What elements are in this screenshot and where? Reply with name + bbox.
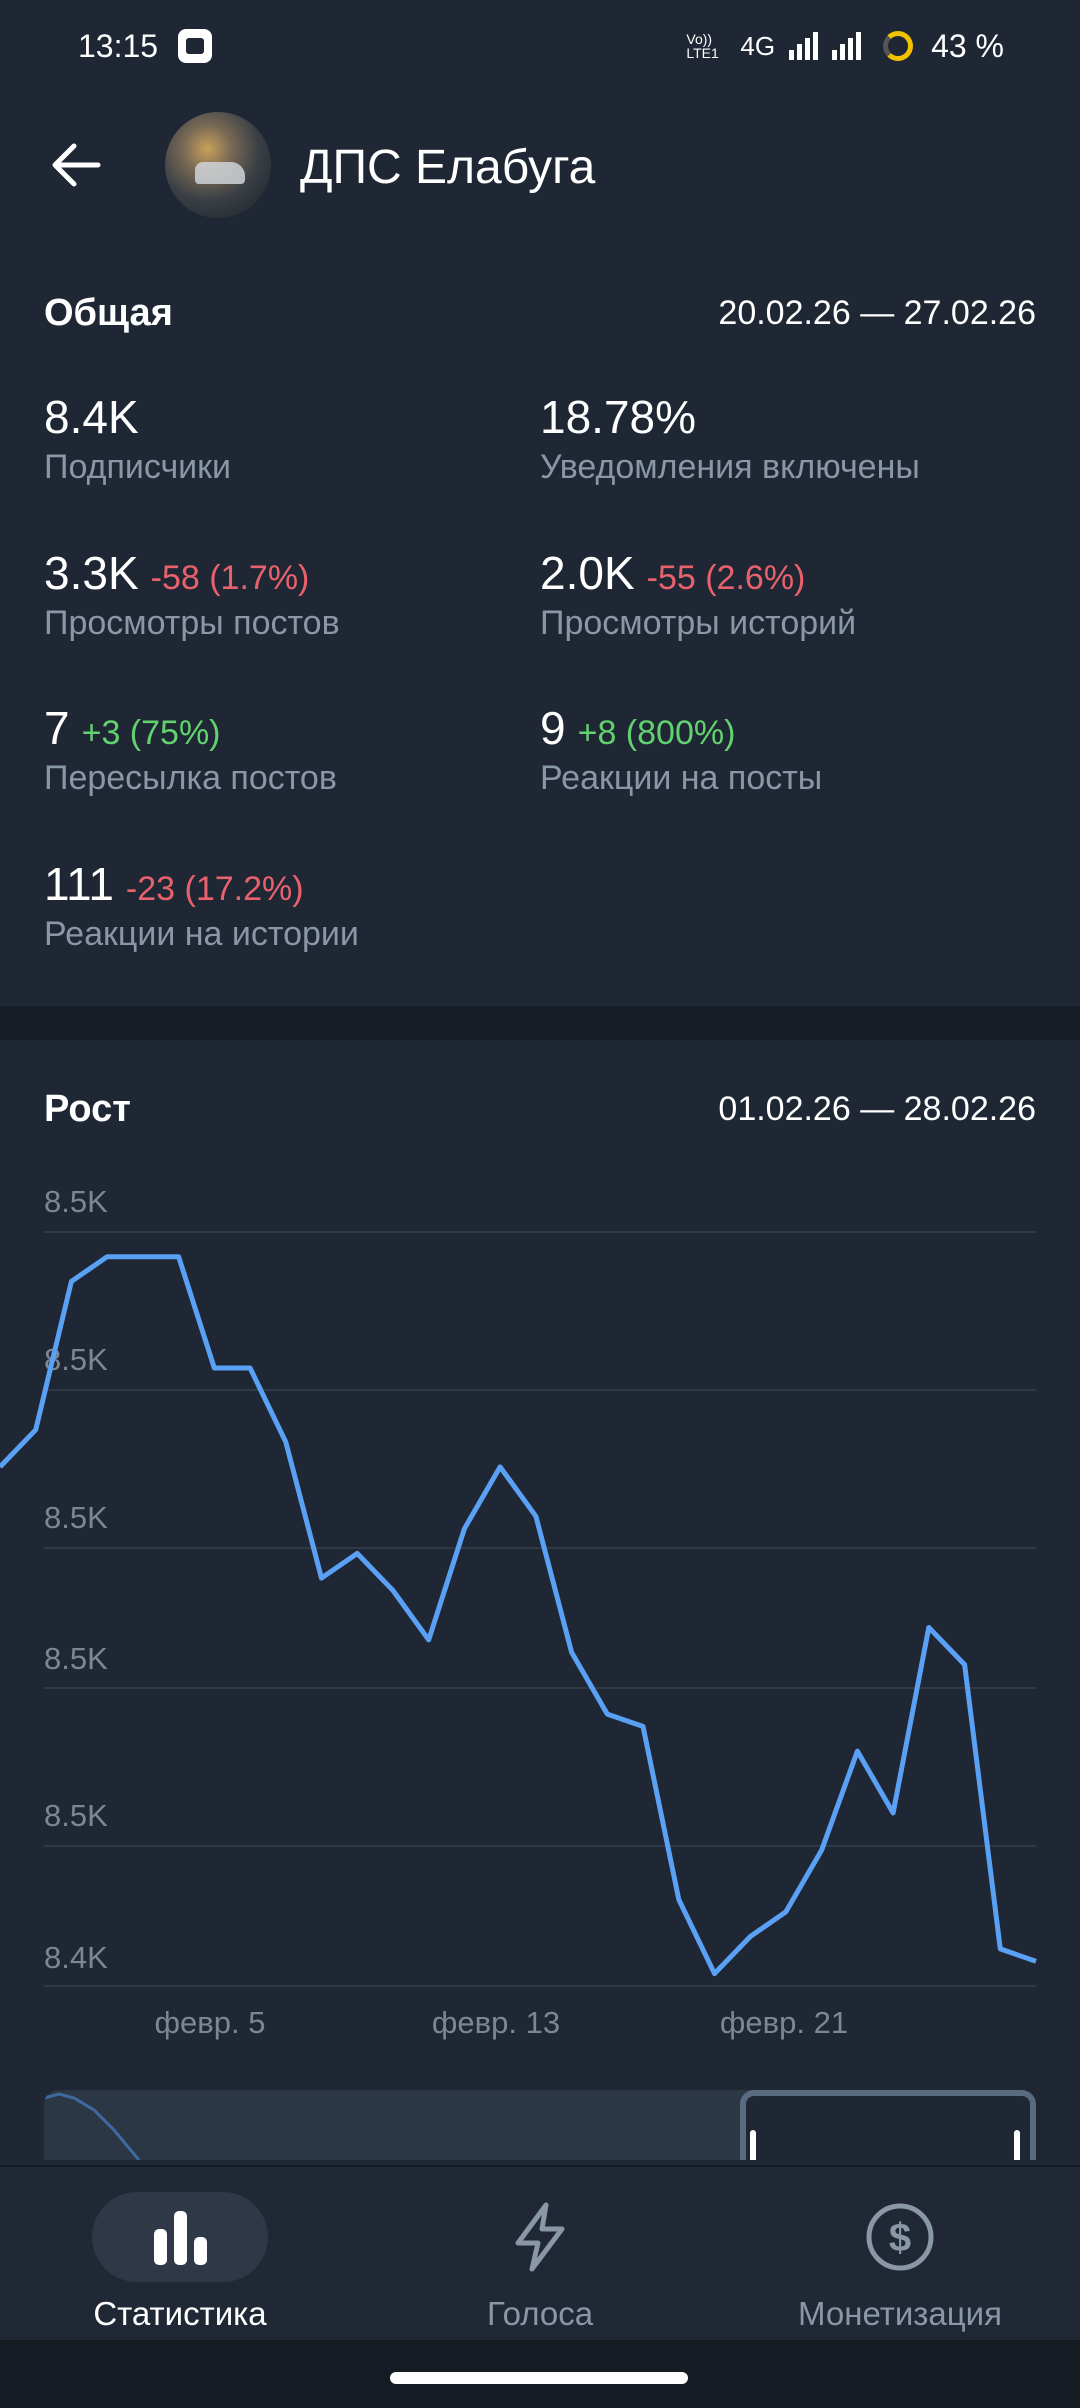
stat-story-views: 2.0K -55 (2.6%) Просмотры историй bbox=[540, 546, 1030, 643]
x-tick-label: февр. 5 bbox=[154, 2005, 266, 2040]
tab-label: Статистика bbox=[93, 2295, 267, 2332]
stat-subscribers: 8.4K Подписчики bbox=[44, 390, 534, 487]
stat-notifications: 18.78% Уведомления включены bbox=[540, 390, 1030, 487]
series-line bbox=[0, 1254, 1037, 1977]
channel-avatar[interactable] bbox=[165, 112, 271, 218]
stat-label: Пересылка постов bbox=[44, 759, 337, 797]
stat-delta: +8 (800%) bbox=[577, 714, 736, 752]
stat-value: 7 bbox=[44, 702, 70, 754]
stat-post-reactions: 9 +8 (800%) Реакции на посты bbox=[540, 701, 1030, 798]
section-divider bbox=[0, 1006, 1080, 1040]
stat-delta: -23 (17.2%) bbox=[125, 870, 304, 908]
y-tick-label: 8.5K bbox=[44, 1500, 108, 1535]
stat-delta: +3 (75%) bbox=[81, 714, 221, 752]
navigator-preview-line bbox=[44, 2092, 141, 2160]
stat-delta: -55 (2.6%) bbox=[646, 559, 806, 597]
stat-post-shares: 7 +3 (75%) Пересылка постов bbox=[44, 701, 534, 798]
app-header: ДПС Елабуга bbox=[0, 110, 1080, 220]
svg-text:$: $ bbox=[889, 2216, 911, 2260]
signal-icon bbox=[789, 32, 819, 60]
stat-value: 3.3K bbox=[44, 547, 139, 599]
gesture-bar[interactable] bbox=[390, 2372, 688, 2384]
tab-statistics[interactable]: Статистика bbox=[10, 2167, 350, 2342]
volte-icon: Vo)) LTE1 bbox=[686, 31, 719, 61]
stat-post-views: 3.3K -58 (1.7%) Просмотры постов bbox=[44, 546, 534, 643]
navigator-left-handle[interactable] bbox=[750, 2130, 756, 2160]
stat-value: 9 bbox=[540, 702, 566, 754]
stat-label: Просмотры постов bbox=[44, 604, 340, 642]
stat-story-reactions: 111 -23 (17.2%) Реакции на истории bbox=[44, 857, 534, 954]
dollar-icon: $ bbox=[866, 2203, 934, 2271]
bar-chart-icon bbox=[154, 2211, 207, 2265]
stat-value: 111 bbox=[44, 858, 114, 910]
y-tick-label: 8.5K bbox=[44, 1798, 108, 1833]
y-tick-label: 8.4K bbox=[44, 1940, 108, 1975]
overview-title: Общая bbox=[44, 292, 173, 334]
stat-label: Уведомления включены bbox=[540, 448, 920, 486]
chart-range-navigator[interactable] bbox=[44, 2090, 1036, 2160]
x-tick-label: февр. 21 bbox=[719, 2005, 849, 2040]
status-bar: 13:15 Vo)) LTE1 4G 43 % bbox=[0, 0, 1080, 92]
stat-delta: -58 (1.7%) bbox=[150, 559, 310, 597]
growth-title: Рост bbox=[44, 1088, 131, 1130]
x-tick-label: февр. 13 bbox=[431, 2005, 561, 2040]
gallery-notification-icon bbox=[178, 29, 213, 63]
battery-icon bbox=[883, 31, 914, 61]
stat-label: Подписчики bbox=[44, 448, 232, 486]
overview-date-range: 20.02.26 — 27.02.26 bbox=[718, 294, 1036, 332]
lightning-icon bbox=[515, 2202, 565, 2272]
tab-label: Голоса bbox=[486, 2295, 594, 2332]
signal-2-icon bbox=[832, 32, 862, 60]
y-tick-label: 8.5K bbox=[44, 1184, 108, 1219]
tab-monetization[interactable]: $ Монетизация bbox=[730, 2167, 1070, 2342]
tab-votes[interactable]: Голоса bbox=[370, 2167, 710, 2342]
stat-label: Реакции на посты bbox=[540, 759, 823, 797]
navigator-right-handle[interactable] bbox=[1014, 2130, 1020, 2160]
tab-label: Монетизация bbox=[798, 2295, 1002, 2332]
growth-date-range: 01.02.26 — 28.02.26 bbox=[718, 1090, 1036, 1128]
status-time: 13:15 bbox=[78, 27, 159, 64]
back-arrow-icon[interactable] bbox=[48, 140, 104, 190]
channel-title: ДПС Елабуга bbox=[300, 141, 596, 194]
bottom-nav: Статистика Голоса $ Монетизация bbox=[0, 2165, 1080, 2340]
stat-label: Реакции на истории bbox=[44, 915, 359, 953]
growth-chart[interactable] bbox=[0, 0, 1080, 2408]
y-tick-label: 8.5K bbox=[44, 1641, 108, 1676]
navigator-window[interactable] bbox=[740, 2090, 1036, 2160]
y-tick-label: 8.5K bbox=[44, 1342, 108, 1377]
stat-value: 18.78% bbox=[540, 391, 697, 443]
network-type: 4G bbox=[740, 30, 776, 61]
stat-value: 8.4K bbox=[44, 391, 139, 443]
stat-value: 2.0K bbox=[540, 547, 635, 599]
battery-percent: 43 % bbox=[931, 27, 1004, 64]
stat-label: Просмотры историй bbox=[540, 604, 857, 642]
